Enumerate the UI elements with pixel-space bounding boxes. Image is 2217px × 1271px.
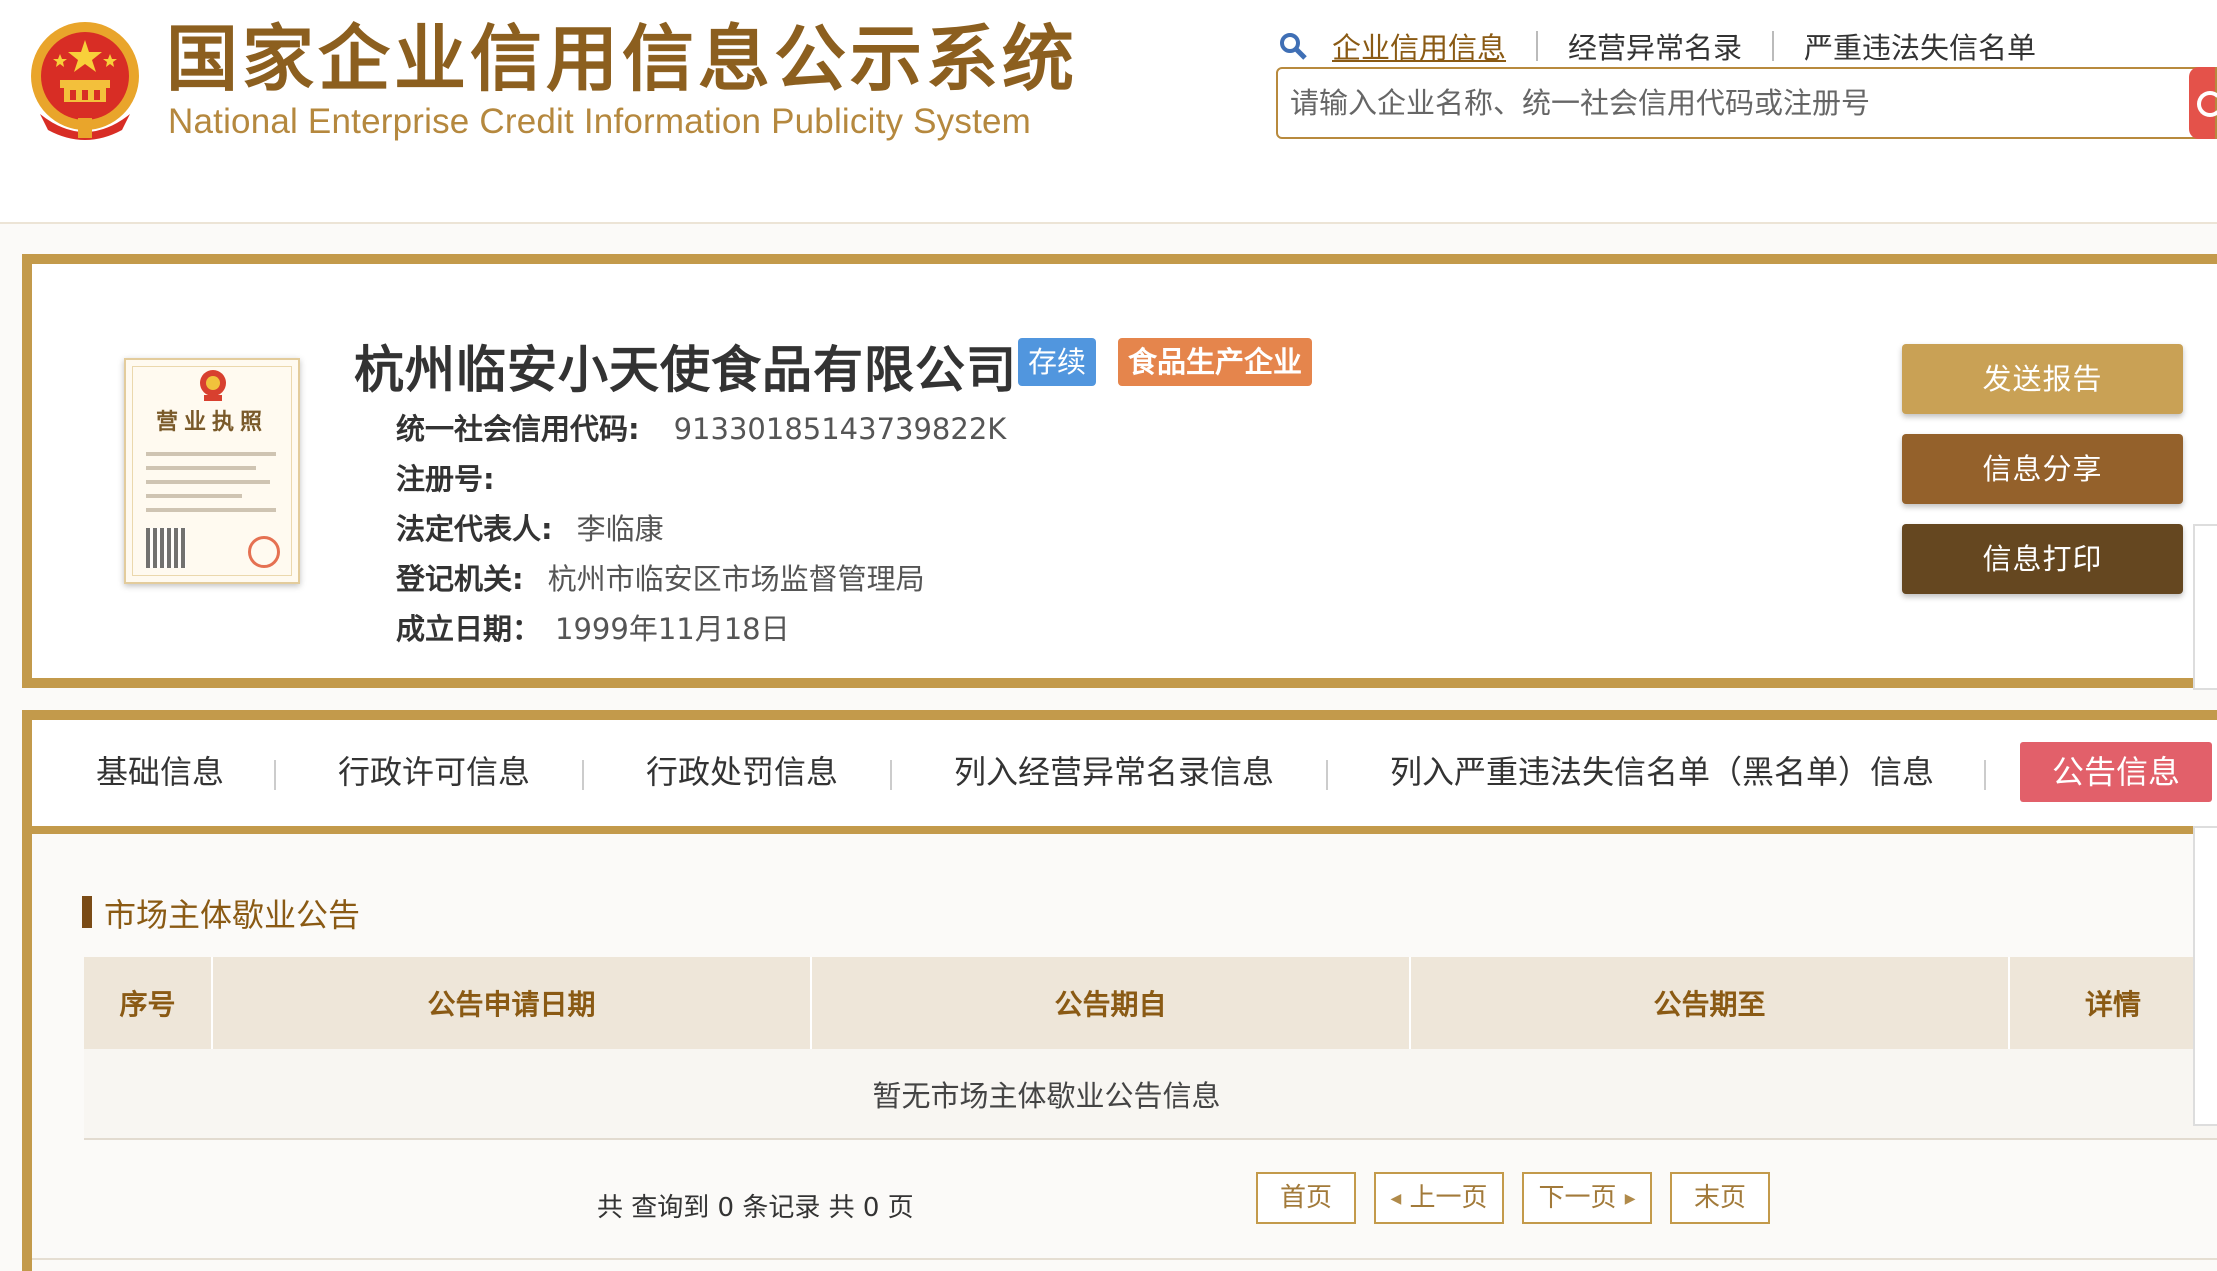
- nav-serious-violation-list[interactable]: 严重违法失信名单: [1804, 25, 2036, 67]
- search-icon: [1280, 33, 1307, 60]
- company-card: 营业执照 杭州临安小天使食品有限公司 存续 食品生产企业 统一社会信用代码: 91…: [22, 254, 2217, 688]
- nav-abnormal-operation-list[interactable]: 经营异常名录: [1568, 25, 1742, 67]
- prev-page-label: 上一页: [1409, 1183, 1488, 1213]
- side-scroll-panel[interactable]: [2193, 524, 2217, 690]
- info-label: 法定代表人:: [396, 512, 553, 546]
- license-text-line: [146, 494, 242, 498]
- business-license-thumbnail[interactable]: 营业执照: [124, 358, 300, 584]
- send-report-button[interactable]: 发送报告: [1902, 344, 2183, 414]
- info-label: 统一社会信用代码:: [396, 412, 640, 446]
- search-box: [1276, 67, 2217, 139]
- search-button[interactable]: [2189, 67, 2217, 139]
- license-seal-icon: [248, 536, 280, 568]
- info-row-registration-authority: 登记机关: 杭州市临安区市场监督管理局: [396, 556, 925, 598]
- table-header-row: 序号 公告申请日期 公告期自 公告期至 详情: [84, 957, 2217, 1049]
- column-header-period-start: 公告期自: [811, 957, 1411, 1049]
- tab-separator: [274, 760, 276, 790]
- info-label: 成立日期：: [396, 612, 542, 646]
- info-row-legal-representative: 法定代表人: 李临康: [396, 506, 664, 548]
- first-page-button[interactable]: 首页: [1256, 1172, 1356, 1224]
- column-header-index: 序号: [84, 957, 213, 1049]
- license-text-line: [146, 480, 270, 484]
- info-label: 登记机关:: [396, 562, 524, 596]
- license-text-line: [146, 452, 276, 456]
- national-emblem-icon: [31, 22, 139, 140]
- share-info-button[interactable]: 信息分享: [1902, 434, 2183, 504]
- tab-admin-license[interactable]: 行政许可信息: [338, 742, 530, 802]
- info-value: 1999年11月18日: [555, 612, 790, 646]
- nav-separator: [1536, 31, 1539, 61]
- tab-separator: [890, 760, 892, 790]
- section-title: 市场主体歇业公告: [82, 890, 360, 936]
- next-page-label: 下一页: [1538, 1183, 1617, 1213]
- notice-table: 序号 公告申请日期 公告期自 公告期至 详情 暂无市场主体歇业公告信息: [84, 957, 2217, 1140]
- tab-basic-info[interactable]: 基础信息: [96, 742, 224, 802]
- top-nav: 企业信用信息 经营异常名录 严重违法失信名单: [1278, 26, 2036, 66]
- tab-announcement[interactable]: 公告信息: [2020, 742, 2213, 802]
- pager-summary: 共 查询到 0 条记录 共 0 页: [597, 1193, 914, 1223]
- info-value: 91330185143739822K: [673, 412, 1007, 446]
- nav-separator: [1772, 31, 1775, 61]
- info-row-credit-code: 统一社会信用代码: 91330185143739822K: [396, 406, 1006, 448]
- status-badge: 存续: [1018, 338, 1097, 386]
- tab-abnormal-operation[interactable]: 列入经营异常名录信息: [954, 742, 1274, 802]
- company-name: 杭州临安小天使食品有限公司: [354, 341, 1017, 399]
- column-header-period-end: 公告期至: [1410, 957, 2010, 1049]
- license-qr-code: [146, 528, 186, 568]
- column-header-details: 详情: [2009, 957, 2217, 1049]
- search-input[interactable]: [1278, 86, 2158, 120]
- tab-serious-violation[interactable]: 列入严重违法失信名单（黑名单）信息: [1390, 742, 1934, 802]
- tab-separator: [1326, 760, 1328, 790]
- table-row: 暂无市场主体歇业公告信息: [84, 1049, 2217, 1140]
- info-row-establishment-date: 成立日期： 1999年11月18日: [396, 606, 790, 648]
- license-emblem-icon: [200, 370, 226, 401]
- info-value: 杭州市临安区市场监督管理局: [547, 562, 925, 596]
- last-page-label: 末页: [1693, 1183, 1746, 1213]
- empty-cell: [2009, 1049, 2217, 1140]
- license-text-line: [146, 466, 256, 470]
- empty-table-message: 暂无市场主体歇业公告信息: [84, 1049, 2009, 1140]
- detail-panel: 基础信息 行政许可信息 行政处罚信息 列入经营异常名录信息 列入严重违法失信名单…: [22, 710, 2217, 1271]
- info-value: 李临康: [576, 512, 664, 546]
- chevron-left-icon: ◀: [1390, 1191, 1402, 1207]
- site-title-en: National Enterprise Credit Information P…: [168, 102, 1032, 141]
- info-row-registration-no: 注册号:: [396, 456, 519, 498]
- side-scroll-panel-lower[interactable]: [2193, 826, 2217, 1126]
- panel-bottom-divider: [32, 1258, 2217, 1260]
- last-page-button[interactable]: 末页: [1670, 1172, 1770, 1224]
- next-page-button[interactable]: 下一页 ▶: [1522, 1172, 1652, 1224]
- site-header: 国家企业信用信息公示系统 National Enterprise Credit …: [0, 0, 2217, 224]
- nav-enterprise-credit-info[interactable]: 企业信用信息: [1332, 25, 1506, 67]
- license-text-line: [146, 508, 276, 512]
- tab-separator: [1984, 760, 1986, 790]
- first-page-label: 首页: [1279, 1183, 1332, 1213]
- column-header-apply-date: 公告申请日期: [212, 957, 812, 1049]
- chevron-right-icon: ▶: [1624, 1191, 1636, 1207]
- info-label: 注册号:: [396, 462, 495, 496]
- print-info-button[interactable]: 信息打印: [1902, 524, 2183, 594]
- tab-separator: [582, 760, 584, 790]
- info-tabs: 基础信息 行政许可信息 行政处罚信息 列入经营异常名录信息 列入严重违法失信名单…: [32, 720, 2217, 834]
- enterprise-type-badge: 食品生产企业: [1118, 338, 1313, 386]
- tab-admin-penalty[interactable]: 行政处罚信息: [646, 742, 838, 802]
- license-title: 营业执照: [155, 410, 268, 435]
- site-title-cn: 国家企业信用信息公示系统: [166, 17, 1079, 101]
- prev-page-button[interactable]: ◀ 上一页: [1374, 1172, 1504, 1224]
